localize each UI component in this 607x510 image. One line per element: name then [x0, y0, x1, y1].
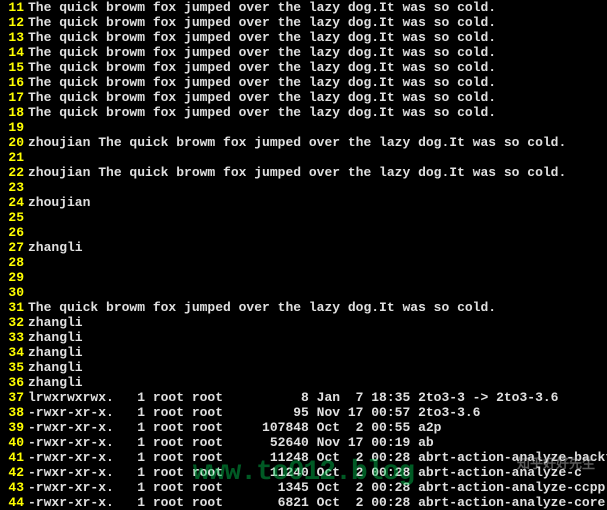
terminal-line: 28 — [0, 255, 607, 270]
line-content: -rwxr-xr-x. 1 root root 1345 Oct 2 00:28… — [28, 480, 607, 495]
line-number: 24 — [0, 195, 28, 210]
line-number: 44 — [0, 495, 28, 510]
line-number: 17 — [0, 90, 28, 105]
line-content: The quick browm fox jumped over the lazy… — [28, 90, 496, 105]
terminal-line: 40-rwxr-xr-x. 1 root root 52640 Nov 17 0… — [0, 435, 607, 450]
line-content: -rwxr-xr-x. 1 root root 6821 Oct 2 00:28… — [28, 495, 605, 510]
line-content: lrwxrwxrwx. 1 root root 8 Jan 7 18:35 2t… — [28, 390, 559, 405]
terminal-viewport[interactable]: 11The quick browm fox jumped over the la… — [0, 0, 607, 510]
terminal-line: 44-rwxr-xr-x. 1 root root 6821 Oct 2 00:… — [0, 495, 607, 510]
line-number: 22 — [0, 165, 28, 180]
line-number: 28 — [0, 255, 28, 270]
line-number: 29 — [0, 270, 28, 285]
line-number: 27 — [0, 240, 28, 255]
line-content: -rwxr-xr-x. 1 root root 107848 Oct 2 00:… — [28, 420, 441, 435]
terminal-line: 36zhangli — [0, 375, 607, 390]
terminal-line: 29 — [0, 270, 607, 285]
terminal-line: 27zhangli — [0, 240, 607, 255]
terminal-line: 25 — [0, 210, 607, 225]
terminal-line: 37lrwxrwxrwx. 1 root root 8 Jan 7 18:35 … — [0, 390, 607, 405]
terminal-line: 42-rwxr-xr-x. 1 root root 11240 Oct 2 00… — [0, 465, 607, 480]
terminal-line: 11The quick browm fox jumped over the la… — [0, 0, 607, 15]
line-content: zhangli — [28, 360, 83, 375]
line-number: 30 — [0, 285, 28, 300]
line-number: 14 — [0, 45, 28, 60]
line-number: 20 — [0, 135, 28, 150]
terminal-line: 31The quick browm fox jumped over the la… — [0, 300, 607, 315]
terminal-line: 32zhangli — [0, 315, 607, 330]
line-content: zhangli — [28, 240, 83, 255]
terminal-line: 20zhoujian The quick browm fox jumped ov… — [0, 135, 607, 150]
line-number: 16 — [0, 75, 28, 90]
terminal-line: 34zhangli — [0, 345, 607, 360]
terminal-line: 26 — [0, 225, 607, 240]
line-number: 19 — [0, 120, 28, 135]
line-content: The quick browm fox jumped over the lazy… — [28, 300, 496, 315]
terminal-line: 24zhoujian — [0, 195, 607, 210]
terminal-line: 38-rwxr-xr-x. 1 root root 95 Nov 17 00:5… — [0, 405, 607, 420]
line-number: 31 — [0, 300, 28, 315]
line-content: zhoujian — [28, 195, 90, 210]
terminal-line: 19 — [0, 120, 607, 135]
line-content: zhangli — [28, 315, 83, 330]
line-content: The quick browm fox jumped over the lazy… — [28, 60, 496, 75]
terminal-line: 35zhangli — [0, 360, 607, 375]
line-number: 35 — [0, 360, 28, 375]
line-number: 37 — [0, 390, 28, 405]
line-number: 39 — [0, 420, 28, 435]
line-number: 23 — [0, 180, 28, 195]
line-number: 36 — [0, 375, 28, 390]
line-number: 21 — [0, 150, 28, 165]
line-content: -rwxr-xr-x. 1 root root 95 Nov 17 00:57 … — [28, 405, 480, 420]
terminal-line: 13The quick browm fox jumped over the la… — [0, 30, 607, 45]
line-number: 41 — [0, 450, 28, 465]
line-number: 38 — [0, 405, 28, 420]
line-number: 12 — [0, 15, 28, 30]
line-number: 40 — [0, 435, 28, 450]
line-number: 13 — [0, 30, 28, 45]
line-content: -rwxr-xr-x. 1 root root 11240 Oct 2 00:2… — [28, 465, 582, 480]
line-content: zhoujian The quick browm fox jumped over… — [28, 135, 566, 150]
terminal-line: 22zhoujian The quick browm fox jumped ov… — [0, 165, 607, 180]
terminal-line: 41-rwxr-xr-x. 1 root root 11248 Oct 2 00… — [0, 450, 607, 465]
line-number: 43 — [0, 480, 28, 495]
line-content: The quick browm fox jumped over the lazy… — [28, 45, 496, 60]
terminal-line: 14The quick browm fox jumped over the la… — [0, 45, 607, 60]
line-number: 11 — [0, 0, 28, 15]
line-content: zhangli — [28, 330, 83, 345]
line-content: The quick browm fox jumped over the lazy… — [28, 0, 496, 15]
line-number: 32 — [0, 315, 28, 330]
line-number: 25 — [0, 210, 28, 225]
line-number: 15 — [0, 60, 28, 75]
line-number: 34 — [0, 345, 28, 360]
line-number: 26 — [0, 225, 28, 240]
line-number: 18 — [0, 105, 28, 120]
line-content: The quick browm fox jumped over the lazy… — [28, 30, 496, 45]
terminal-line: 33zhangli — [0, 330, 607, 345]
line-number: 42 — [0, 465, 28, 480]
terminal-line: 23 — [0, 180, 607, 195]
terminal-line: 18The quick browm fox jumped over the la… — [0, 105, 607, 120]
line-content: zhangli — [28, 345, 83, 360]
line-content: zhangli — [28, 375, 83, 390]
terminal-line: 21 — [0, 150, 607, 165]
line-content: The quick browm fox jumped over the lazy… — [28, 15, 496, 30]
terminal-line: 17The quick browm fox jumped over the la… — [0, 90, 607, 105]
terminal-line: 43-rwxr-xr-x. 1 root root 1345 Oct 2 00:… — [0, 480, 607, 495]
line-content: -rwxr-xr-x. 1 root root 11248 Oct 2 00:2… — [28, 450, 607, 465]
terminal-line: 16The quick browm fox jumped over the la… — [0, 75, 607, 90]
terminal-line: 15The quick browm fox jumped over the la… — [0, 60, 607, 75]
line-content: The quick browm fox jumped over the lazy… — [28, 75, 496, 90]
terminal-line: 12The quick browm fox jumped over the la… — [0, 15, 607, 30]
terminal-line: 30 — [0, 285, 607, 300]
terminal-line: 39-rwxr-xr-x. 1 root root 107848 Oct 2 0… — [0, 420, 607, 435]
line-content: zhoujian The quick browm fox jumped over… — [28, 165, 566, 180]
line-content: -rwxr-xr-x. 1 root root 52640 Nov 17 00:… — [28, 435, 434, 450]
line-number: 33 — [0, 330, 28, 345]
line-content: The quick browm fox jumped over the lazy… — [28, 105, 496, 120]
